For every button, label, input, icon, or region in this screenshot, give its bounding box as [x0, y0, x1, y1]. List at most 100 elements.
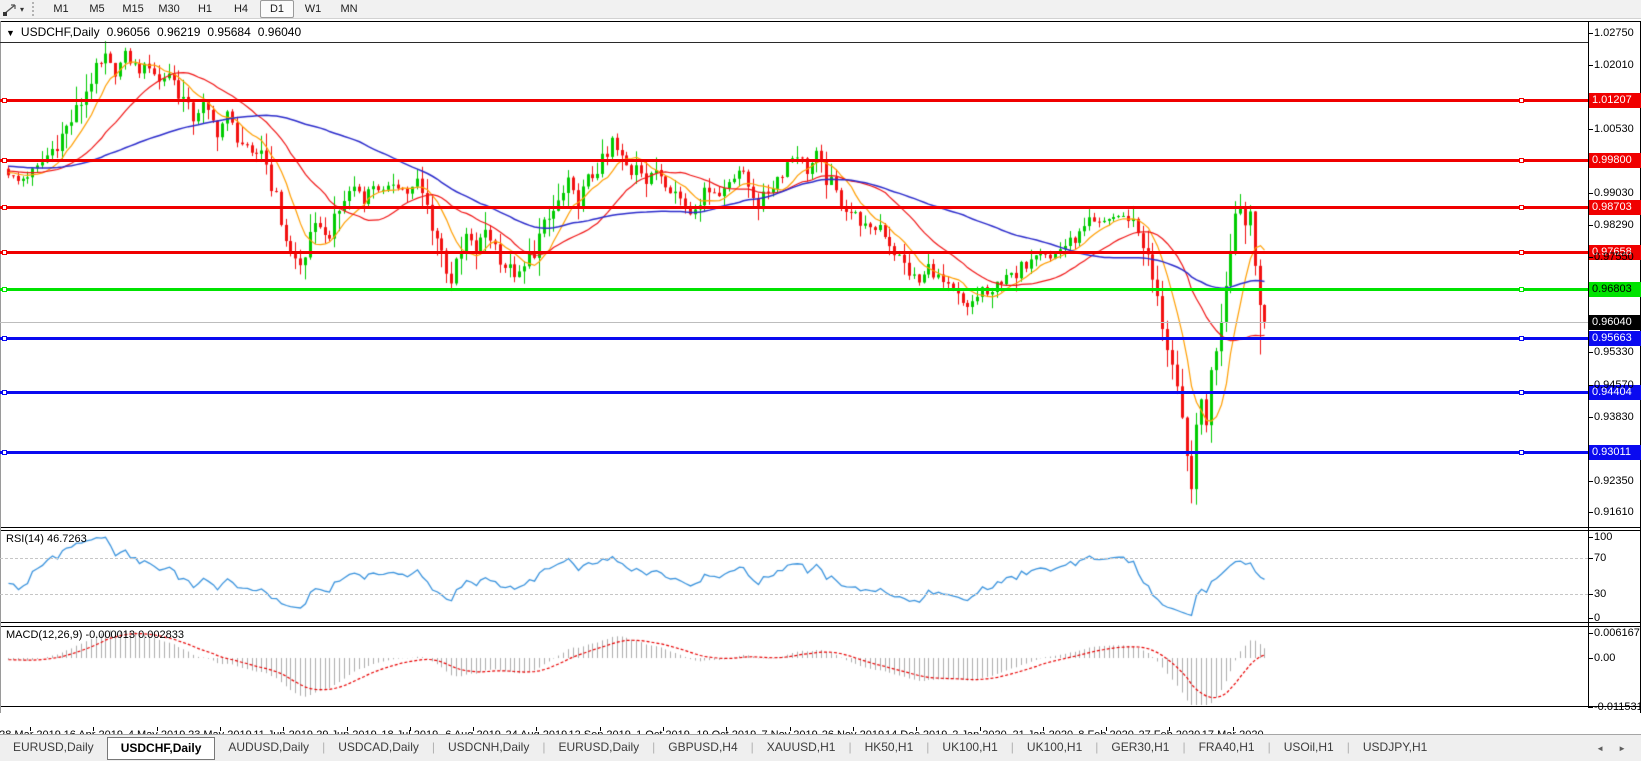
line-handle[interactable]: [2, 390, 7, 395]
axis-tick-mark: [1588, 658, 1593, 659]
line-handle[interactable]: [1519, 250, 1524, 255]
resistance-line[interactable]: [0, 251, 1588, 254]
line-handle[interactable]: [2, 205, 7, 210]
chart-tab-eurusd-daily[interactable]: EURUSD,Daily: [0, 737, 107, 757]
axis-tick-mark: [1588, 33, 1593, 34]
price-tick-label: 0.94570: [1594, 379, 1634, 391]
pane-border: [0, 527, 1641, 528]
pane-border-vertical: [1588, 21, 1589, 706]
line-handle[interactable]: [1519, 336, 1524, 341]
price-tick-label: 1.02010: [1594, 59, 1634, 71]
rsi-level-line: [0, 594, 1588, 595]
ohlc-low: 0.95684: [207, 25, 250, 39]
macd-tick-label: 0.00: [1594, 652, 1615, 664]
line-handle[interactable]: [2, 287, 7, 292]
line-handle[interactable]: [2, 336, 7, 341]
chart-tab-uk100-h1[interactable]: UK100,H1: [929, 737, 1010, 757]
line-handle[interactable]: [1519, 158, 1524, 163]
axis-tick-mark: [1588, 633, 1593, 634]
axis-tick-mark: [1588, 352, 1593, 353]
chart-tab-gbpusd-h4[interactable]: GBPUSD,H4: [655, 737, 750, 757]
resistance-line[interactable]: [0, 206, 1588, 209]
rsi-indicator-label: RSI(14) 46.7263: [6, 533, 87, 545]
chart-tab-bar: EURUSD,DailyUSDCHF,DailyAUDUSD,Daily|USD…: [0, 734, 1641, 761]
support-line[interactable]: [0, 451, 1588, 454]
rsi-tick-label: 70: [1594, 552, 1606, 564]
axis-tick-mark: [1588, 193, 1593, 194]
price-tick-label: 0.99030: [1594, 187, 1634, 199]
price-level-label: 0.93011: [1589, 445, 1641, 460]
line-handle[interactable]: [1519, 390, 1524, 395]
chart-tab-usdcad-daily[interactable]: USDCAD,Daily: [325, 737, 432, 757]
price-tick-label: 0.98290: [1594, 219, 1634, 231]
timeframe-button-m30[interactable]: M30: [152, 0, 186, 18]
line-handle[interactable]: [1519, 450, 1524, 455]
timeframe-buttons: M1M5M15M30H1H4D1W1MN: [43, 0, 367, 18]
rsi-tick-label: 100: [1594, 531, 1612, 543]
line-handle[interactable]: [2, 450, 7, 455]
chart-tab-usoil-h1[interactable]: USOil,H1: [1271, 737, 1347, 757]
macd-tick-label: 0.006167: [1594, 627, 1640, 639]
resistance-line[interactable]: [0, 99, 1588, 102]
chevron-down-icon[interactable]: ▾: [20, 5, 24, 14]
pane-border-vertical: [0, 21, 1, 713]
chart-tab-ger30-h1[interactable]: GER30,H1: [1098, 737, 1182, 757]
axis-tick-mark: [1588, 257, 1593, 258]
timeframe-button-m5[interactable]: M5: [80, 0, 114, 18]
price-tick-label: 0.92350: [1594, 475, 1634, 487]
axis-tick-mark: [1588, 481, 1593, 482]
chart-tab-usdjpy-h1[interactable]: USDJPY,H1: [1350, 737, 1440, 757]
chart-tab-fra40-h1[interactable]: FRA40,H1: [1186, 737, 1268, 757]
chart-tab-uk100-h1[interactable]: UK100,H1: [1014, 737, 1095, 757]
resistance-line[interactable]: [0, 159, 1588, 162]
scroll-left-arrow[interactable]: ◄: [1589, 744, 1611, 753]
chart-tab-usdcnh-daily[interactable]: USDCNH,Daily: [435, 737, 542, 757]
axis-tick-mark: [1588, 537, 1593, 538]
axis-tick-mark: [1588, 618, 1593, 619]
chart-tab-xauusd-h1[interactable]: XAUUSD,H1: [754, 737, 849, 757]
timeframe-button-m1[interactable]: M1: [44, 0, 78, 18]
line-handle[interactable]: [1519, 98, 1524, 103]
timeframe-button-mn[interactable]: MN: [332, 0, 366, 18]
timeframe-button-m15[interactable]: M15: [116, 0, 150, 18]
line-handle[interactable]: [2, 250, 7, 255]
scroll-right-arrow[interactable]: ►: [1611, 744, 1633, 753]
rsi-tick-label: 0: [1594, 612, 1600, 624]
line-handle[interactable]: [1519, 205, 1524, 210]
timeframe-button-h1[interactable]: H1: [188, 0, 222, 18]
header-underline: [0, 42, 1588, 43]
ohlc-high: 0.96219: [157, 25, 200, 39]
axis-tick-mark: [1588, 385, 1593, 386]
line-tool-icon[interactable]: [2, 2, 18, 16]
ohlc-open: 0.96056: [107, 25, 150, 39]
chart-window: 1.012070.998000.987030.976580.968030.956…: [0, 20, 1641, 733]
timeframe-button-d1[interactable]: D1: [260, 0, 294, 18]
line-handle[interactable]: [2, 158, 7, 163]
support-line[interactable]: [0, 391, 1588, 394]
pane-border: [0, 706, 1641, 707]
pivot-line[interactable]: [0, 288, 1588, 291]
chart-tab-audusd-daily[interactable]: AUDUSD,Daily: [215, 737, 322, 757]
tab-scroll-buttons: ◄►: [1589, 735, 1641, 761]
axis-tick-mark: [1588, 225, 1593, 226]
line-handle[interactable]: [2, 98, 7, 103]
rsi-tick-label: 30: [1594, 588, 1606, 600]
current-price-line: [0, 322, 1588, 323]
pane-border: [0, 622, 1641, 623]
pane-border: [0, 626, 1641, 627]
macd-indicator-label: MACD(12,26,9) -0.000013 0.002833: [6, 629, 184, 641]
chart-tab-usdchf-daily[interactable]: USDCHF,Daily: [107, 737, 216, 760]
timeframe-button-w1[interactable]: W1: [296, 0, 330, 18]
triangle-down-icon[interactable]: ▼: [6, 28, 15, 38]
support-line[interactable]: [0, 337, 1588, 340]
axis-tick-mark: [1588, 417, 1593, 418]
toolbar-grip[interactable]: [32, 2, 37, 16]
toolbar: ▾ M1M5M15M30H1H4D1W1MN: [0, 0, 1641, 19]
chart-tab-eurusd-daily[interactable]: EURUSD,Daily: [545, 737, 652, 757]
line-handle[interactable]: [1519, 287, 1524, 292]
axis-tick-mark: [1588, 65, 1593, 66]
chart-tab-hk50-h1[interactable]: HK50,H1: [852, 737, 927, 757]
price-level-label: 1.01207: [1589, 93, 1641, 108]
axis-tick-mark: [1588, 512, 1593, 513]
timeframe-button-h4[interactable]: H4: [224, 0, 258, 18]
